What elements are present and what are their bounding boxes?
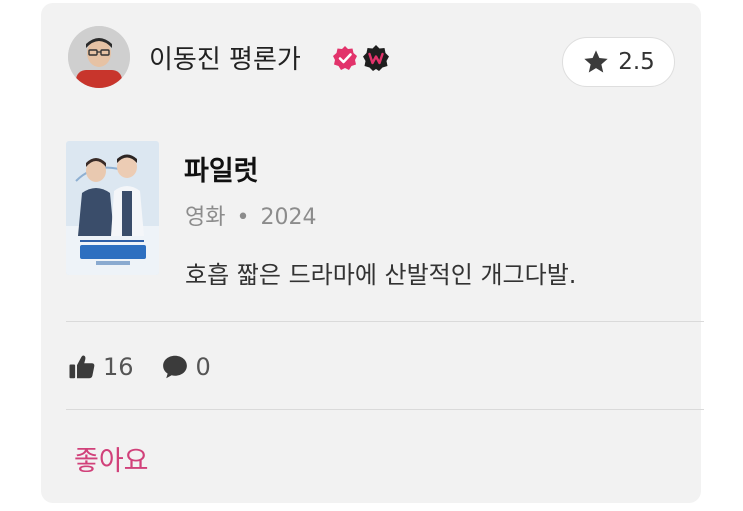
divider: [66, 409, 704, 410]
poster-image: [66, 141, 159, 275]
star-icon: [584, 50, 608, 73]
likes-count: 16: [103, 353, 134, 381]
comments-count: 0: [195, 353, 211, 381]
like-button[interactable]: 좋아요: [74, 439, 149, 478]
w-badge-icon: [363, 45, 389, 71]
content-category: 영화: [185, 205, 226, 230]
review-stats: 16 0: [67, 350, 211, 384]
speech-bubble-icon[interactable]: [160, 352, 190, 382]
rating-badge: 2.5: [562, 37, 675, 87]
author-name[interactable]: 이동진 평론가: [149, 39, 301, 76]
content-meta: 영화 • 2024: [185, 199, 316, 231]
content-year: 2024: [260, 205, 317, 230]
divider: [66, 321, 704, 322]
movie-poster[interactable]: [66, 141, 159, 275]
author-avatar[interactable]: [68, 26, 130, 88]
avatar-image: [68, 26, 130, 88]
rating-value: 2.5: [618, 49, 655, 75]
review-card[interactable]: 이동진 평론가 2.5 파일럿 영화 • 2024 호흡 짧은 드라마에 산발적…: [41, 3, 704, 503]
thumbs-up-icon[interactable]: [67, 352, 97, 382]
content-title[interactable]: 파일럿: [184, 149, 259, 188]
review-comment[interactable]: 호흡 짧은 드라마에 산발적인 개그다발.: [185, 255, 576, 290]
verified-check-icon: [333, 46, 357, 70]
meta-separator: •: [236, 205, 250, 230]
